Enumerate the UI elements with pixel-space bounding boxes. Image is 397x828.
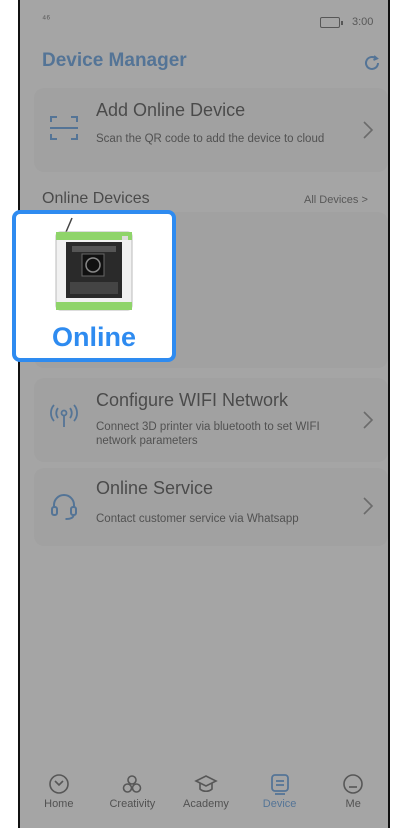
device-icon — [270, 774, 289, 795]
online-device-tile[interactable]: Online — [12, 210, 176, 362]
status-bar: ⁴⁶ 3:00 — [20, 0, 388, 44]
academy-icon — [194, 775, 218, 793]
add-device-description: Scan the QR code to add the device to cl… — [96, 133, 325, 145]
headset-icon — [51, 494, 77, 520]
online-service-description: Contact customer service via Whatsapp — [96, 513, 299, 525]
scan-icon — [50, 116, 78, 140]
battery-icon — [320, 17, 343, 28]
nav-me[interactable]: Me — [320, 772, 386, 810]
configure-wifi-title: Configure WIFI Network — [96, 390, 289, 410]
chevron-right-icon — [363, 121, 374, 139]
creativity-icon — [123, 775, 142, 793]
online-devices-title: Online Devices — [42, 190, 150, 207]
nav-creativity[interactable]: Creativity — [99, 772, 165, 810]
refresh-icon[interactable] — [362, 53, 382, 73]
page-title: Device Manager — [42, 50, 187, 71]
printer-icon — [55, 217, 133, 311]
add-device-card[interactable]: Add Online Device Scan the QR code to ad… — [34, 88, 388, 172]
nav-label: Home — [44, 798, 74, 810]
nav-academy[interactable]: Academy — [173, 772, 239, 810]
nav-label: Device — [262, 798, 297, 810]
clock: 3:00 — [352, 16, 374, 28]
online-service-title: Online Service — [96, 478, 214, 498]
chevron-right-icon — [363, 497, 374, 515]
phone-screen: ⁴⁶ 3:00 Device Manager Add Online Device… — [18, 0, 390, 828]
add-device-title: Add Online Device — [96, 100, 246, 120]
bottom-nav: Home Creativity Academy Device Me — [22, 770, 390, 828]
configure-wifi-description: Connect 3D printer via bluetooth to set … — [96, 421, 320, 447]
online-service-card[interactable]: Online Service Contact customer service … — [34, 468, 388, 546]
configure-wifi-card[interactable]: Configure WIFI Network Connect 3D printe… — [34, 378, 388, 462]
nav-label: Academy — [183, 798, 229, 810]
nav-device[interactable]: Device — [247, 772, 313, 810]
signal-icon: ⁴⁶ — [42, 14, 51, 25]
chevron-right-icon — [363, 411, 374, 429]
nav-home[interactable]: Home — [26, 772, 92, 810]
home-icon — [48, 774, 69, 794]
wifi-signal-icon — [50, 404, 78, 427]
me-icon — [343, 774, 363, 794]
all-devices-link[interactable]: All Devices > — [304, 194, 368, 206]
nav-label: Me — [345, 798, 361, 810]
device-status: Online — [51, 322, 136, 352]
nav-label: Creativity — [109, 798, 156, 810]
